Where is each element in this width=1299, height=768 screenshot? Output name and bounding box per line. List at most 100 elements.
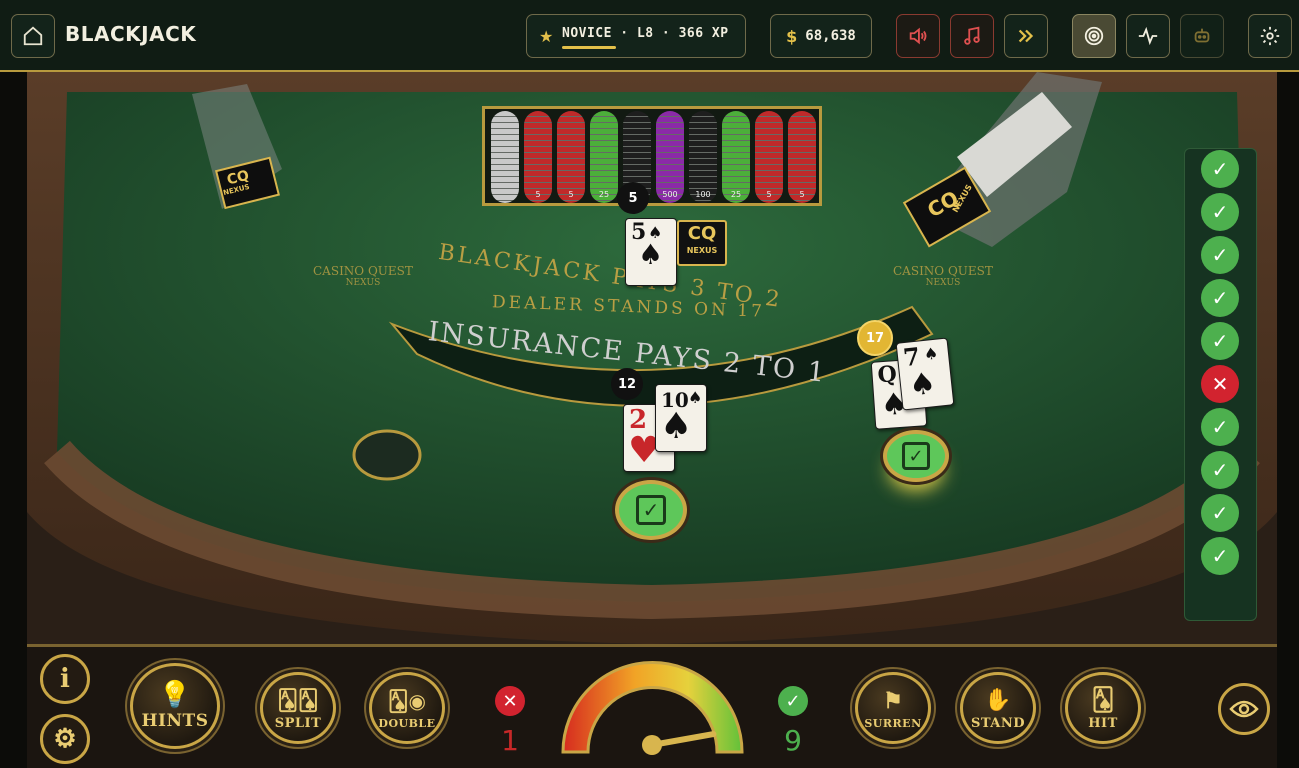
auto-play-button[interactable] bbox=[1180, 14, 1224, 58]
chip-stack: 100 bbox=[689, 111, 717, 203]
hit-button-label: HIT bbox=[1088, 715, 1118, 731]
chip-value-label: 5 bbox=[568, 190, 574, 199]
robot-icon bbox=[1194, 28, 1210, 43]
lightbulb-icon: 💡 bbox=[158, 680, 192, 710]
hand-1-card-2-suit-big: ♠ bbox=[660, 406, 693, 447]
split-button[interactable]: 🂡🂡 SPLIT bbox=[260, 672, 336, 744]
chip-stack: 25 bbox=[590, 111, 618, 203]
music-toggle-button[interactable] bbox=[950, 14, 994, 58]
casino-logo-right-sub: NEXUS bbox=[925, 278, 961, 288]
hand-icon: ✋ bbox=[984, 686, 1012, 713]
table-settings-button[interactable]: ⚙ bbox=[40, 714, 90, 764]
page-title: BLACKJACK bbox=[65, 22, 197, 46]
home-icon bbox=[23, 26, 43, 46]
hit-card-icon: 🂡 bbox=[1091, 686, 1115, 713]
hand-2-card-2-suit-big: ♠ bbox=[907, 366, 938, 404]
chip-stack: 500 bbox=[656, 111, 684, 203]
currency-symbol: $ bbox=[786, 26, 798, 46]
casino-logo-right-text: CASINO QUEST bbox=[893, 264, 993, 278]
dealer-hole-card: CQ NEXUS bbox=[677, 220, 727, 266]
split-cards-icon: 🂡🂡 bbox=[277, 687, 319, 712]
chip-value-label: 25 bbox=[598, 190, 610, 199]
discard-tray bbox=[192, 84, 282, 210]
result-loss-icon: ✕ bbox=[1201, 365, 1239, 403]
empty-bet-spot[interactable] bbox=[354, 431, 420, 479]
pulse-icon bbox=[1138, 26, 1158, 46]
result-win-icon: ✓ bbox=[1201, 408, 1239, 446]
result-win-icon: ✓ bbox=[1201, 193, 1239, 231]
dealer-total-badge: 5 bbox=[617, 182, 649, 214]
hand-2-bet-spot[interactable]: ✓ bbox=[883, 430, 949, 482]
fast-forward-button[interactable] bbox=[1004, 14, 1048, 58]
player-rank-badge[interactable]: ★ NOVICE · L8 · 366 XP bbox=[526, 14, 746, 58]
card-shoe bbox=[902, 72, 1102, 248]
stand-button[interactable]: ✋ STAND bbox=[960, 672, 1036, 744]
info-button[interactable]: i bbox=[40, 654, 90, 704]
target-mode-button[interactable] bbox=[1072, 14, 1116, 58]
rank-label: NOVICE · L8 · 366 XP bbox=[562, 26, 729, 41]
x-icon: ✕ bbox=[495, 686, 525, 716]
dealer-card-1-suit-big: ♠ bbox=[638, 238, 664, 271]
surrender-button-label: SURREN bbox=[864, 716, 922, 730]
top-bar: BLACKJACK ★ NOVICE · L8 · 366 XP $ 68,63… bbox=[0, 0, 1299, 72]
balance-display: $ 68,638 bbox=[770, 14, 872, 58]
wrong-decisions-score: ✕ 1 bbox=[495, 686, 525, 757]
wrong-decisions-count: 1 bbox=[501, 724, 519, 757]
sound-toggle-button[interactable] bbox=[896, 14, 940, 58]
hit-button[interactable]: 🂡 HIT bbox=[1065, 672, 1141, 744]
dealer-hole-card-logo: CQ bbox=[687, 223, 717, 244]
target-icon bbox=[1084, 26, 1104, 46]
result-win-icon: ✓ bbox=[1201, 451, 1239, 489]
check-icon: ✓ bbox=[778, 686, 808, 716]
eye-icon bbox=[1229, 700, 1259, 718]
surrender-button[interactable]: ⚑ SURREN bbox=[855, 672, 931, 744]
fast-forward-icon bbox=[1018, 29, 1034, 43]
settings-button[interactable] bbox=[1248, 14, 1292, 58]
chip-value-label: 5 bbox=[799, 190, 805, 199]
result-win-icon: ✓ bbox=[1201, 322, 1239, 360]
result-win-icon: ✓ bbox=[1201, 494, 1239, 532]
correct-decisions-score: ✓ 9 bbox=[778, 686, 808, 757]
gear-icon: ⚙ bbox=[53, 724, 77, 754]
home-button[interactable] bbox=[11, 14, 55, 58]
stats-button[interactable] bbox=[1126, 14, 1170, 58]
result-win-icon: ✓ bbox=[1201, 150, 1239, 188]
dealer-card-1: 5 ♠ ♠ bbox=[625, 218, 677, 286]
result-win-icon: ✓ bbox=[1201, 279, 1239, 317]
xp-progress-bar bbox=[562, 46, 616, 49]
info-icon: i bbox=[60, 664, 70, 694]
stand-button-label: STAND bbox=[970, 715, 1026, 731]
hand-2-card-1-rank: Q bbox=[876, 361, 898, 389]
gauge-pivot bbox=[642, 735, 662, 755]
hand-1-total-badge: 12 bbox=[611, 368, 643, 400]
split-button-label: SPLIT bbox=[274, 715, 322, 731]
balance-amount: 68,638 bbox=[805, 28, 856, 44]
view-toggle-button[interactable] bbox=[1218, 683, 1270, 735]
chip-value-label: 100 bbox=[695, 190, 711, 199]
hints-button[interactable]: 💡 HINTS bbox=[130, 663, 220, 749]
hand-1-card-2: 10 ♠ ♠ bbox=[655, 384, 707, 452]
flag-icon: ⚑ bbox=[883, 687, 903, 714]
casino-logo-left-sub: NEXUS bbox=[345, 278, 381, 288]
music-icon bbox=[964, 26, 980, 45]
casino-logo-left: CASINO QUEST NEXUS bbox=[313, 264, 413, 288]
hand-1-card-2-suit: ♠ bbox=[688, 388, 703, 407]
hand-2-card-2-suit: ♠ bbox=[922, 343, 940, 364]
chip-stack: 5 bbox=[524, 111, 552, 203]
check-icon: ✓ bbox=[902, 442, 930, 470]
double-button[interactable]: 🂡◉ DOUBLE bbox=[369, 672, 445, 744]
hand-1-bet-spot[interactable]: ✓ bbox=[615, 480, 687, 540]
hints-button-label: HINTS bbox=[141, 711, 209, 731]
chip-value-label: 25 bbox=[730, 190, 742, 199]
hand-2-card-2: 7 ♠ ♠ bbox=[895, 337, 955, 411]
correct-decisions-count: 9 bbox=[784, 724, 802, 757]
blackjack-table: CQ NEXUS CQ NEXUS 55251005001002555 BLAC… bbox=[27, 72, 1277, 644]
result-win-icon: ✓ bbox=[1201, 236, 1239, 274]
accuracy-gauge bbox=[561, 661, 744, 755]
chip-stack: 25 bbox=[722, 111, 750, 203]
casino-logo-left-text: CASINO QUEST bbox=[313, 264, 413, 278]
double-chips-icon: 🂡◉ bbox=[388, 688, 426, 713]
chip-value-label: 5 bbox=[535, 190, 541, 199]
gear-icon bbox=[1260, 26, 1280, 46]
chip-stack: 5 bbox=[788, 111, 816, 203]
